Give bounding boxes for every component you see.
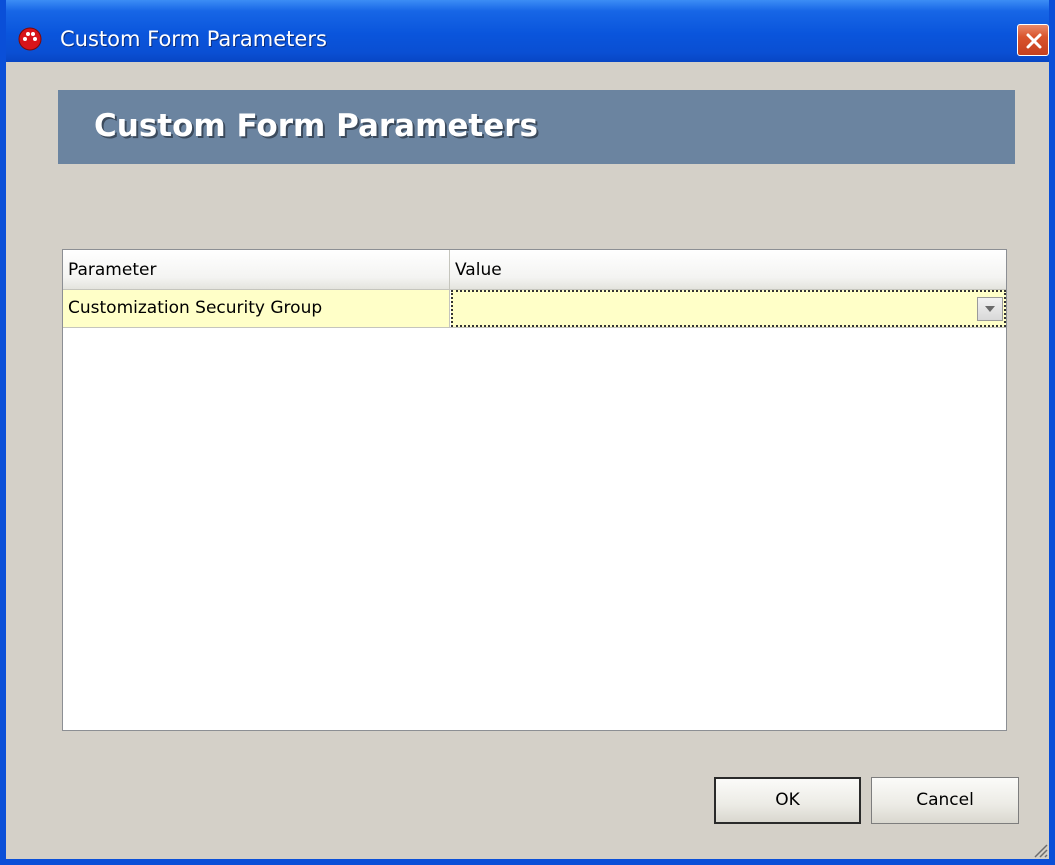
window-title: Custom Form Parameters [60, 27, 327, 51]
dialog-body: Custom Form Parameters Parameter Value C… [6, 62, 1049, 859]
parameter-cell[interactable]: Customization Security Group [63, 290, 450, 327]
close-button[interactable] [1017, 24, 1049, 56]
app-logo-icon [18, 27, 42, 51]
ok-button[interactable]: OK [714, 777, 861, 824]
chevron-down-icon [985, 306, 995, 312]
page-title: Custom Form Parameters [94, 108, 539, 144]
table-row[interactable]: Customization Security Group [63, 290, 1006, 328]
grid-header: Parameter Value [63, 250, 1006, 290]
value-dropdown-input[interactable] [455, 293, 965, 323]
cancel-button[interactable]: Cancel [871, 777, 1019, 824]
resize-grip-icon[interactable] [1027, 837, 1049, 859]
title-bar[interactable]: Custom Form Parameters [6, 0, 1049, 62]
column-header-value[interactable]: Value [450, 250, 1006, 289]
close-icon [1026, 33, 1042, 49]
value-cell[interactable] [451, 290, 1006, 327]
parameters-grid: Parameter Value Customization Security G… [62, 249, 1007, 731]
header-banner: Custom Form Parameters [58, 90, 1015, 164]
dropdown-button[interactable] [977, 297, 1003, 321]
column-header-parameter[interactable]: Parameter [63, 250, 450, 289]
dialog-window: Custom Form Parameters Custom Form Param… [0, 0, 1055, 865]
